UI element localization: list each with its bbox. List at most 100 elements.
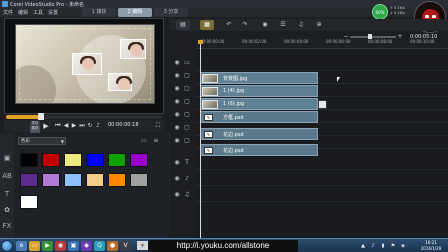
- color-swatch[interactable]: [64, 153, 82, 167]
- menu-edit[interactable]: 编辑: [18, 9, 28, 16]
- clip-end-marker-icon[interactable]: [318, 100, 327, 109]
- end-icon[interactable]: ⏭: [78, 122, 86, 130]
- repeat-icon[interactable]: ↻: [86, 122, 94, 130]
- timeline-tracks[interactable]: 背景图.jpg 1 (4).jpg 1 (6).jpg ✎ 方框.psd ✎ 花边.psd ✎…: [196, 49, 448, 239]
- color-swatch[interactable]: [42, 173, 60, 187]
- tray-shield-icon[interactable]: ◈: [400, 243, 406, 249]
- speaker-icon[interactable]: ◉: [173, 191, 181, 199]
- motion-track-icon[interactable]: ⊕: [312, 20, 326, 30]
- color-swatch[interactable]: [64, 173, 82, 187]
- auto-music-icon[interactable]: ♫: [294, 20, 308, 30]
- tab-capture[interactable]: 1 捕获: [82, 8, 116, 17]
- language-indicator[interactable]: 中: [137, 241, 148, 250]
- timeline-clip[interactable]: ✎ 花边.psd: [200, 128, 318, 140]
- color-swatch[interactable]: [108, 153, 126, 167]
- eye-icon[interactable]: ◉: [173, 124, 181, 132]
- color-swatch[interactable]: [130, 173, 148, 187]
- timeline-clip[interactable]: ✎ 花边.psd: [200, 144, 318, 156]
- playhead-handle[interactable]: [198, 40, 203, 44]
- undo-icon[interactable]: ↶: [222, 20, 236, 30]
- media-icon[interactable]: ▣: [2, 153, 12, 163]
- color-swatch[interactable]: [42, 153, 60, 167]
- fullscreen-icon[interactable]: ⛶: [154, 122, 162, 130]
- tray-flag-icon[interactable]: ⚑: [390, 243, 396, 249]
- library-sidebar: ▣ AB T ✿ FX: [0, 133, 14, 238]
- timeline-clip[interactable]: 背景图.jpg: [200, 72, 318, 84]
- track-header-overlay-6: ◉ ▢: [173, 137, 195, 149]
- tab-share[interactable]: 3 分享: [154, 8, 188, 17]
- timeline-clip[interactable]: 1 (4).jpg: [200, 85, 318, 97]
- timeline-ruler[interactable]: 00:00:00:00 00:00:02:00 00:00:04:00 00:0…: [196, 39, 448, 49]
- eye-icon[interactable]: ◉: [173, 111, 181, 119]
- eye-icon[interactable]: ◉: [173, 137, 181, 145]
- mascot-eye-left: [425, 15, 429, 18]
- redo-icon[interactable]: ↷: [238, 20, 252, 30]
- speaker-icon[interactable]: ◉: [173, 175, 181, 183]
- preview-timecode[interactable]: 00:00:00:18: [108, 122, 139, 128]
- track-headers: ◉ ▭ ◉ ▢ ◉ ▢ ◉ ▢ ◉ ▢ ◉ ▢ ◉ ▢ ◉ T ◉ ♪ ◉ ♫: [170, 49, 196, 239]
- color-swatch[interactable]: [20, 153, 38, 167]
- library-category-select[interactable]: 色彩 ▼: [18, 137, 66, 145]
- ruler-tick: 00:00:04:00: [284, 39, 309, 44]
- color-swatch[interactable]: [86, 173, 104, 187]
- app-icon-red[interactable]: ◉: [55, 241, 66, 251]
- color-swatch[interactable]: [130, 153, 148, 167]
- eye-icon[interactable]: ◉: [173, 98, 181, 106]
- prev-frame-icon[interactable]: ◀: [62, 122, 70, 130]
- preview-window[interactable]: [4, 18, 164, 114]
- app-icon-purple[interactable]: ◆: [81, 241, 92, 251]
- timeline-toolbar: ▤ ▦ ↶ ↷ ◉ ☰ ♫ ⊕: [170, 19, 448, 31]
- options-icon[interactable]: ≡: [152, 137, 160, 145]
- menu-tools[interactable]: 工具: [33, 9, 43, 16]
- next-frame-icon[interactable]: ▶: [70, 122, 78, 130]
- qq-icon[interactable]: Q: [94, 241, 105, 251]
- volume-icon[interactable]: ♪: [94, 122, 102, 130]
- track-header-voice: ◉ ♪: [173, 175, 195, 187]
- home-icon[interactable]: ⏮: [54, 122, 62, 130]
- clip-label: 背景图.jpg: [223, 76, 248, 82]
- start-button[interactable]: [1, 240, 13, 252]
- player-icon[interactable]: ▶: [42, 241, 53, 251]
- timeline-view-icon[interactable]: ▦: [200, 20, 214, 30]
- ie-icon[interactable]: e: [16, 241, 27, 251]
- fx-icon[interactable]: FX: [2, 221, 12, 231]
- playhead[interactable]: [198, 40, 203, 241]
- record-icon[interactable]: ◉: [258, 20, 272, 30]
- clock[interactable]: 16:21 2016/1/29: [416, 240, 446, 252]
- tray-volume-icon[interactable]: ♪: [370, 243, 376, 249]
- clip-thumbnail: [202, 87, 218, 96]
- videostudio-icon[interactable]: V: [120, 241, 131, 251]
- color-swatch[interactable]: [86, 153, 104, 167]
- color-swatch[interactable]: [20, 173, 38, 187]
- eye-icon[interactable]: ◉: [173, 59, 181, 67]
- scrubber[interactable]: [6, 113, 162, 121]
- eye-icon[interactable]: ◉: [173, 85, 181, 93]
- timeline-clip[interactable]: ✎ 方框.psd: [200, 111, 318, 123]
- eye-icon[interactable]: ◉: [173, 72, 181, 80]
- tray-network-icon[interactable]: ▲: [360, 243, 366, 249]
- zoom-slider[interactable]: [350, 34, 396, 40]
- menu-settings[interactable]: 设置: [48, 9, 58, 16]
- eye-icon[interactable]: ◉: [173, 159, 181, 167]
- clip-label: 方框.psd: [223, 115, 244, 121]
- explorer-icon[interactable]: ▭: [29, 241, 40, 251]
- color-swatch[interactable]: [108, 173, 126, 187]
- player-controls: 项目 素材 ▶ ⏮ ◀ ▶ ⏭ ↻ ♪ 00:00:00:18 ⛶: [4, 120, 164, 135]
- tab-edit[interactable]: 2 编辑: [118, 8, 152, 17]
- library-panel: ▣ AB T ✿ FX 色彩 ▼ ▭ ≡: [0, 133, 170, 238]
- timeline-clip[interactable]: 1 (6).jpg: [200, 98, 318, 110]
- app-icon-orange[interactable]: ●: [107, 241, 118, 251]
- folder-icon[interactable]: ▭: [140, 137, 148, 145]
- mixer-icon[interactable]: ☰: [276, 20, 290, 30]
- menu-file[interactable]: 文件: [3, 9, 13, 16]
- track-lane: [196, 58, 448, 71]
- storyboard-view-icon[interactable]: ▤: [176, 20, 190, 30]
- graphic-icon[interactable]: ✿: [2, 205, 12, 215]
- transition-icon[interactable]: AB: [2, 171, 12, 181]
- video-track-icon: ▭: [184, 59, 190, 66]
- title-icon[interactable]: T: [2, 189, 12, 199]
- color-swatch[interactable]: [20, 195, 38, 209]
- tray-battery-icon[interactable]: ▮: [380, 243, 386, 249]
- play-icon[interactable]: ▶: [42, 122, 50, 130]
- app-icon-blue[interactable]: ▣: [68, 241, 79, 251]
